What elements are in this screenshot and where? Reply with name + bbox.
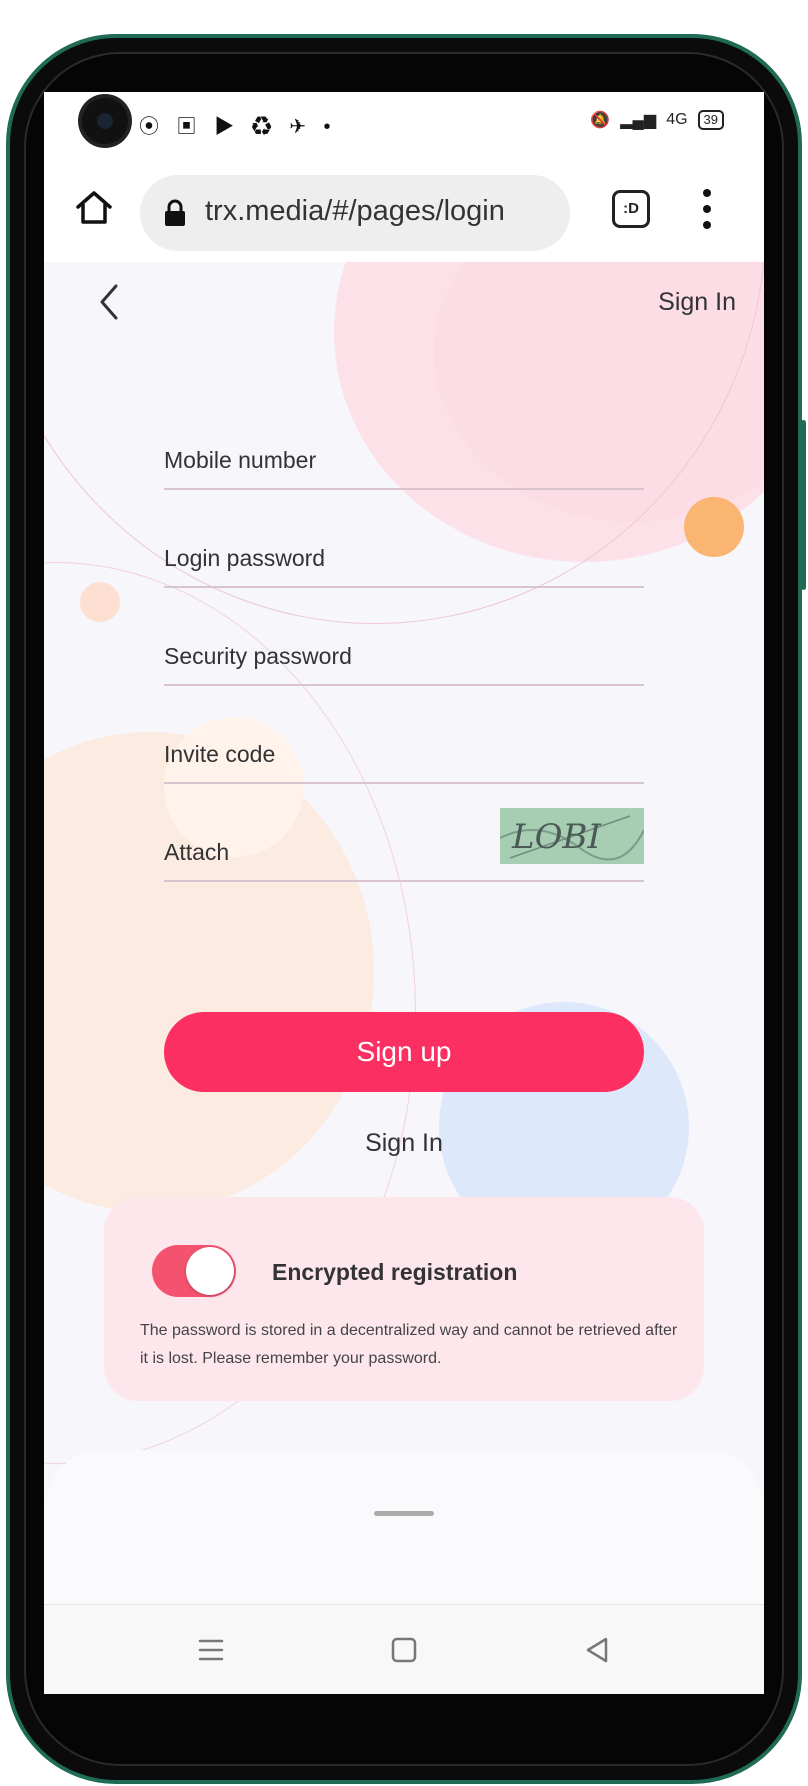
address-bar[interactable]: trx.media/#/pages/login <box>140 175 570 251</box>
encrypted-registration-card: Encrypted registration The password is s… <box>104 1197 704 1401</box>
login-password-label: Login password <box>164 545 326 571</box>
notification-icons: ⦿ ▣ ▶ ♻ ✈ • <box>139 116 337 138</box>
encrypted-registration-title: Encrypted registration <box>272 1259 518 1285</box>
mobile-number-label: Mobile number <box>164 447 317 473</box>
security-password-field[interactable]: Security password <box>164 624 644 686</box>
bottom-sheet <box>44 1450 764 1604</box>
attach-label: Attach <box>164 839 230 865</box>
phone-screen: ⦿ ▣ ▶ ♻ ✈ • 🔕 ▂▄▆ 4G 39 trx.media/#/page… <box>44 92 764 1694</box>
tab-switcher-icon[interactable]: :D <box>612 190 650 228</box>
security-password-label: Security password <box>164 643 352 669</box>
page-content: Sign In Mobile number Login password Sec… <box>44 262 764 1604</box>
captcha-image[interactable]: LOBI <box>500 808 644 864</box>
lock-icon <box>165 199 185 226</box>
invite-code-label: Invite code <box>164 741 276 767</box>
sign-up-button[interactable]: Sign up <box>164 1012 644 1092</box>
network-label: 4G <box>666 111 688 128</box>
front-camera <box>82 98 128 144</box>
status-bar: ⦿ ▣ ▶ ♻ ✈ • 🔕 ▂▄▆ 4G 39 <box>44 92 764 157</box>
browser-toolbar: trx.media/#/pages/login :D <box>44 157 764 262</box>
system-nav-bar <box>44 1604 764 1694</box>
recents-icon[interactable] <box>194 1633 228 1667</box>
overflow-menu-icon[interactable] <box>699 187 715 231</box>
mute-icon: 🔕 <box>590 112 611 129</box>
home-nav-icon[interactable] <box>387 1633 421 1667</box>
back-icon[interactable] <box>94 282 124 322</box>
battery-indicator: 39 <box>697 110 724 130</box>
back-nav-icon[interactable] <box>580 1633 614 1667</box>
sheet-drag-handle[interactable] <box>374 1511 434 1516</box>
toggle-knob <box>186 1247 234 1295</box>
invite-code-field[interactable]: Invite code <box>164 722 644 784</box>
header-sign-in-link[interactable]: Sign In <box>658 288 736 317</box>
captcha-text: LOBI <box>511 817 601 857</box>
decor-orange-dot <box>684 497 744 557</box>
encrypted-registration-toggle[interactable] <box>152 1245 236 1297</box>
captcha-graphic: LOBI <box>500 808 644 864</box>
status-right: 🔕 ▂▄▆ 4G 39 <box>590 110 724 130</box>
url-text: trx.media/#/pages/login <box>205 195 505 227</box>
sign-in-link[interactable]: Sign In <box>44 1129 764 1158</box>
login-password-field[interactable]: Login password <box>164 526 644 588</box>
attach-captcha-field[interactable]: Attach LOBI <box>164 808 644 882</box>
phone-side-button <box>801 420 806 590</box>
signal-icon: ▂▄▆ <box>620 112 657 129</box>
encrypted-registration-description: The password is stored in a decentralize… <box>140 1322 678 1367</box>
mobile-number-field[interactable]: Mobile number <box>164 428 644 490</box>
home-icon[interactable] <box>72 185 116 229</box>
